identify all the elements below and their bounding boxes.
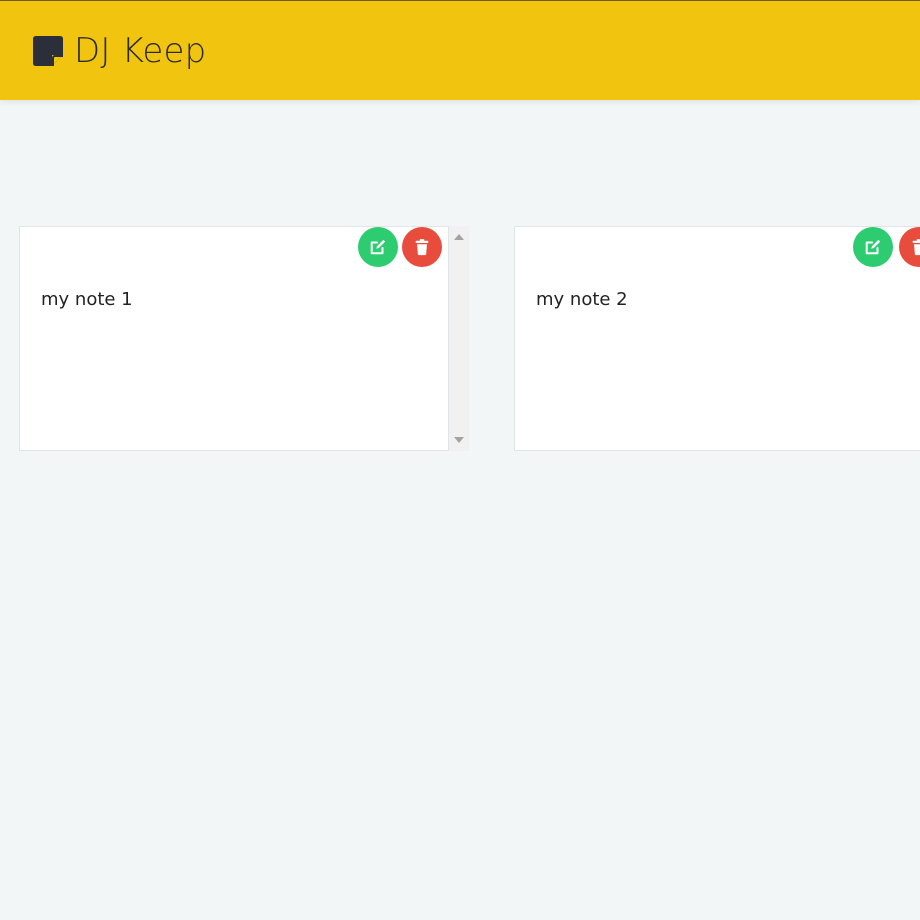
sticky-note-icon — [33, 36, 63, 66]
delete-note-button[interactable] — [402, 227, 442, 267]
edit-icon — [370, 239, 386, 255]
note-card[interactable]: my note 2 — [514, 226, 920, 451]
scroll-up-arrow-icon[interactable] — [454, 234, 464, 240]
edit-icon — [865, 239, 881, 255]
app-header: DJ Keep — [0, 0, 920, 100]
note-card[interactable]: my note 1 — [19, 226, 449, 451]
scroll-down-arrow-icon[interactable] — [454, 437, 464, 443]
note-text: my note 1 — [41, 289, 133, 310]
delete-note-button[interactable] — [899, 227, 920, 267]
edit-note-button[interactable] — [358, 227, 398, 267]
note-text: my note 2 — [536, 289, 628, 310]
trash-icon — [415, 239, 429, 256]
note-scrollbar[interactable] — [449, 226, 469, 451]
trash-icon — [912, 239, 920, 256]
brand[interactable]: DJ Keep — [32, 31, 206, 71]
edit-note-button[interactable] — [853, 227, 893, 267]
app-title: DJ Keep — [74, 31, 207, 71]
